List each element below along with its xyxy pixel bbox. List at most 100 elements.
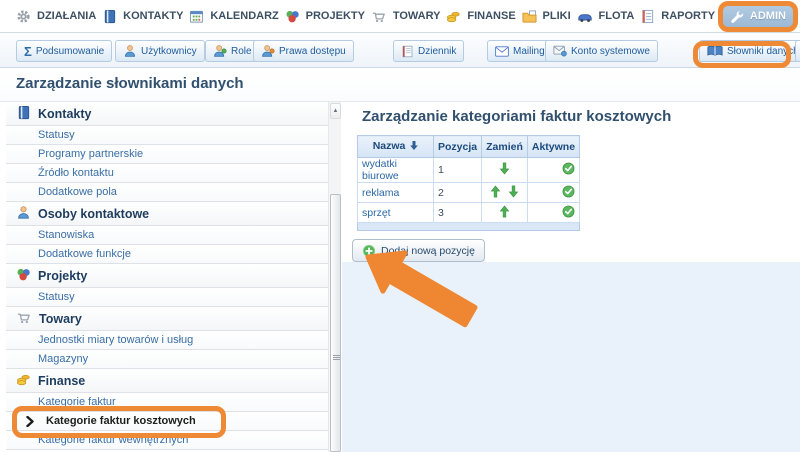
tab-label: Dziennik xyxy=(418,46,456,57)
nav-item-projekty[interactable]: PROJEKTY xyxy=(285,9,365,24)
column-label: Zamień xyxy=(486,141,523,153)
item-label: Statusy xyxy=(38,291,75,303)
sidebar-item-kategorie-faktur-kosztowych[interactable]: Kategorie faktur kosztowych xyxy=(6,412,328,431)
column-header-zamien[interactable]: Zamień xyxy=(482,136,528,158)
active-check-icon[interactable] xyxy=(562,166,575,178)
category-name-link[interactable]: wydatki biurowe xyxy=(358,158,434,183)
section-label: Finanse xyxy=(38,374,85,388)
open-book-icon xyxy=(707,45,723,57)
sidebar-section-projekty[interactable]: Projekty xyxy=(6,264,328,288)
tab-konto-systemowe[interactable]: Konto systemowe xyxy=(545,40,658,62)
main-nav: DZIAŁANIA KONTAKTY KALENDARZ PROJEKTY TO… xyxy=(0,0,800,33)
sidebar-section-kontakty[interactable]: Kontakty xyxy=(6,102,328,126)
item-label: Dodatkowe pola xyxy=(38,186,117,198)
sidebar-item-kategorie-faktur-wewnetrznych[interactable]: Kategorie faktur wewnętrznych xyxy=(6,431,328,450)
sidebar-item-stanowiska[interactable]: Stanowiska xyxy=(6,226,328,245)
column-label: Aktywne xyxy=(532,141,575,153)
coins-icon xyxy=(16,372,31,390)
nav-item-admin[interactable]: ADMIN xyxy=(721,5,794,28)
move-up-icon[interactable] xyxy=(490,185,501,201)
move-down-icon[interactable] xyxy=(508,185,519,201)
nav-item-kontakty[interactable]: KONTAKTY xyxy=(102,9,183,24)
tab-podsumowanie[interactable]: Σ Podsumowanie xyxy=(16,40,112,62)
item-label: Jednostki miary towarów i usług xyxy=(38,334,193,346)
sidebar-section-towary[interactable]: Towary xyxy=(6,307,328,331)
sidebar-section-osoby-kontaktowe[interactable]: Osoby kontaktowe xyxy=(6,202,328,226)
category-name-link[interactable]: reklama xyxy=(358,183,434,203)
sidebar-scrollbar[interactable]: ▲ xyxy=(328,102,341,452)
tab-dziennik[interactable]: Dziennik xyxy=(393,40,464,62)
sidebar-item-dodatkowe-pola[interactable]: Dodatkowe pola xyxy=(6,183,328,202)
categories-table: Nazwa Pozycja Zamień Aktywne wydatki biu… xyxy=(357,135,580,231)
sidebar-item-jednostki-miary[interactable]: Jednostki miary towarów i usług xyxy=(6,331,328,350)
scroll-up-arrow[interactable]: ▲ xyxy=(330,103,341,119)
scrollbar-thumb[interactable] xyxy=(330,194,341,452)
table-row: wydatki biurowe 1 xyxy=(358,158,580,183)
nav-item-pliki[interactable]: PLIKI xyxy=(522,9,571,24)
active-check-icon[interactable] xyxy=(562,189,575,201)
tab-uzytkownicy[interactable]: Użytkownicy xyxy=(115,40,205,62)
coins-icon xyxy=(446,9,461,24)
chevron-right-icon xyxy=(26,416,34,430)
column-header-aktywne[interactable]: Aktywne xyxy=(527,136,579,158)
tab-slowniki-danych[interactable]: Słowniki danych xyxy=(699,40,800,62)
nav-item-flota[interactable]: FLOTA xyxy=(577,9,635,24)
table-footer-row xyxy=(358,223,580,231)
active-check-icon[interactable] xyxy=(562,209,575,221)
contacts-book-icon xyxy=(16,105,31,123)
add-button-label: Dodaj nową pozycję xyxy=(381,245,475,257)
envelope-icon xyxy=(495,46,509,57)
sort-desc-icon xyxy=(410,141,418,153)
tab-prawa-dostepu[interactable]: Prawa dostępu xyxy=(253,40,354,62)
sidebar-item-statusy-kontakty[interactable]: Statusy xyxy=(6,126,328,145)
nav-item-dzialania[interactable]: DZIAŁANIA xyxy=(16,9,96,24)
folder-icon xyxy=(522,9,537,24)
user-rights-icon xyxy=(261,44,275,58)
move-down-icon[interactable] xyxy=(499,162,510,178)
column-header-pozycja[interactable]: Pozycja xyxy=(434,136,482,158)
nav-item-finanse[interactable]: FINANSE xyxy=(446,9,515,24)
plus-circle-icon xyxy=(362,244,376,258)
item-label: Stanowiska xyxy=(38,229,94,241)
user-role-icon xyxy=(213,44,227,58)
active-cell xyxy=(527,158,579,183)
tab-role[interactable]: Role xyxy=(205,40,260,62)
sidebar-section-finanse[interactable]: Finanse xyxy=(6,369,328,393)
admin-dictionaries-page: { "nav": { "items": [ {"label": "DZIAŁAN… xyxy=(0,0,800,452)
car-icon xyxy=(577,9,593,24)
user-icon xyxy=(123,44,137,58)
system-mail-icon xyxy=(553,45,567,57)
sidebar-item-statusy-projekty[interactable]: Statusy xyxy=(6,288,328,307)
column-label: Pozycja xyxy=(438,141,477,153)
move-up-icon[interactable] xyxy=(499,205,510,221)
sidebar-item-magazyny[interactable]: Magazyny xyxy=(6,350,328,369)
nav-item-raporty[interactable]: RAPORTY xyxy=(640,9,715,24)
projects-spheres-icon xyxy=(16,267,31,285)
nav-label: PROJEKTY xyxy=(306,10,365,22)
column-label: Nazwa xyxy=(373,140,406,152)
category-name-link[interactable]: sprzęt xyxy=(358,203,434,223)
item-label: Dodatkowe funkcje xyxy=(38,248,131,260)
nav-label: FINANSE xyxy=(467,10,515,22)
nav-item-kalendarz[interactable]: KALENDARZ xyxy=(189,9,278,24)
tab-label: Konto systemowe xyxy=(571,46,650,57)
tab-mailing[interactable]: Mailing xyxy=(487,40,553,62)
nav-label: DZIAŁANIA xyxy=(37,10,96,22)
contacts-book-icon xyxy=(102,9,117,24)
sidebar-item-kategorie-faktur[interactable]: Kategorie faktur xyxy=(6,393,328,412)
tab-label: Użytkownicy xyxy=(141,46,197,57)
tab-partial-clipped[interactable] xyxy=(795,40,800,62)
sidebar-item-zrodlo-kontaktu[interactable]: Źródło kontaktu xyxy=(6,164,328,183)
reorder-cell xyxy=(482,203,528,223)
nav-label: FLOTA xyxy=(599,10,635,22)
nav-label: TOWARY xyxy=(393,10,441,22)
nav-item-towary[interactable]: TOWARY xyxy=(371,9,441,24)
sidebar-item-programy-partnerskie[interactable]: Programy partnerskie xyxy=(6,145,328,164)
column-header-nazwa[interactable]: Nazwa xyxy=(358,136,434,158)
sigma-icon: Σ xyxy=(24,45,32,58)
nav-label: ADMIN xyxy=(750,10,786,22)
add-new-item-button[interactable]: Dodaj nową pozycję xyxy=(352,239,485,262)
person-icon xyxy=(16,205,31,223)
position-cell: 1 xyxy=(434,158,482,183)
sidebar-item-dodatkowe-funkcje[interactable]: Dodatkowe funkcje xyxy=(6,245,328,264)
